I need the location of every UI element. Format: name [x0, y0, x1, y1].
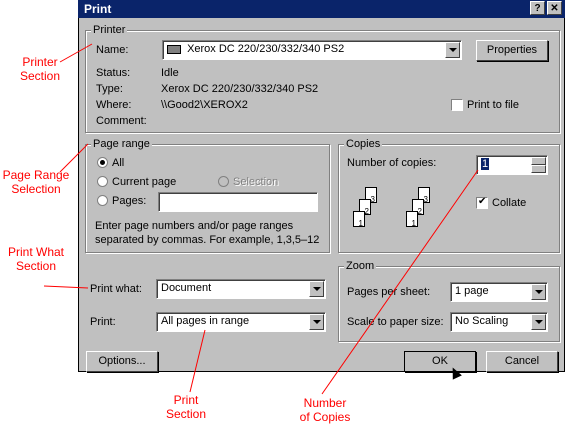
annotation-line: Page Range — [2, 168, 70, 182]
page-range-selection-annotation: Page Range Selection — [0, 168, 72, 196]
annotation-lines — [43, 43, 479, 395]
print-section-annotation: Print Section — [150, 393, 222, 421]
printer-section-annotation: Printer Section — [5, 55, 75, 83]
annotation-line: Section — [165, 407, 207, 421]
annotation-line: Print — [173, 393, 199, 407]
annotation-line: Selection — [11, 182, 61, 196]
annotation-line: Print What — [7, 245, 64, 259]
copies-callout-line — [321, 169, 479, 395]
print-what-callout-line — [43, 285, 89, 289]
annotation-line: Number — [303, 396, 347, 410]
number-of-copies-annotation: Number of Copies — [288, 396, 362, 424]
annotation-line: Section — [19, 69, 61, 83]
annotation-line: Section — [15, 259, 57, 273]
annotation-line: Printer — [22, 55, 58, 69]
print-what-section-annotation: Print What Section — [0, 245, 72, 273]
print-callout-line — [189, 329, 206, 393]
annotation-line: of Copies — [299, 410, 351, 424]
